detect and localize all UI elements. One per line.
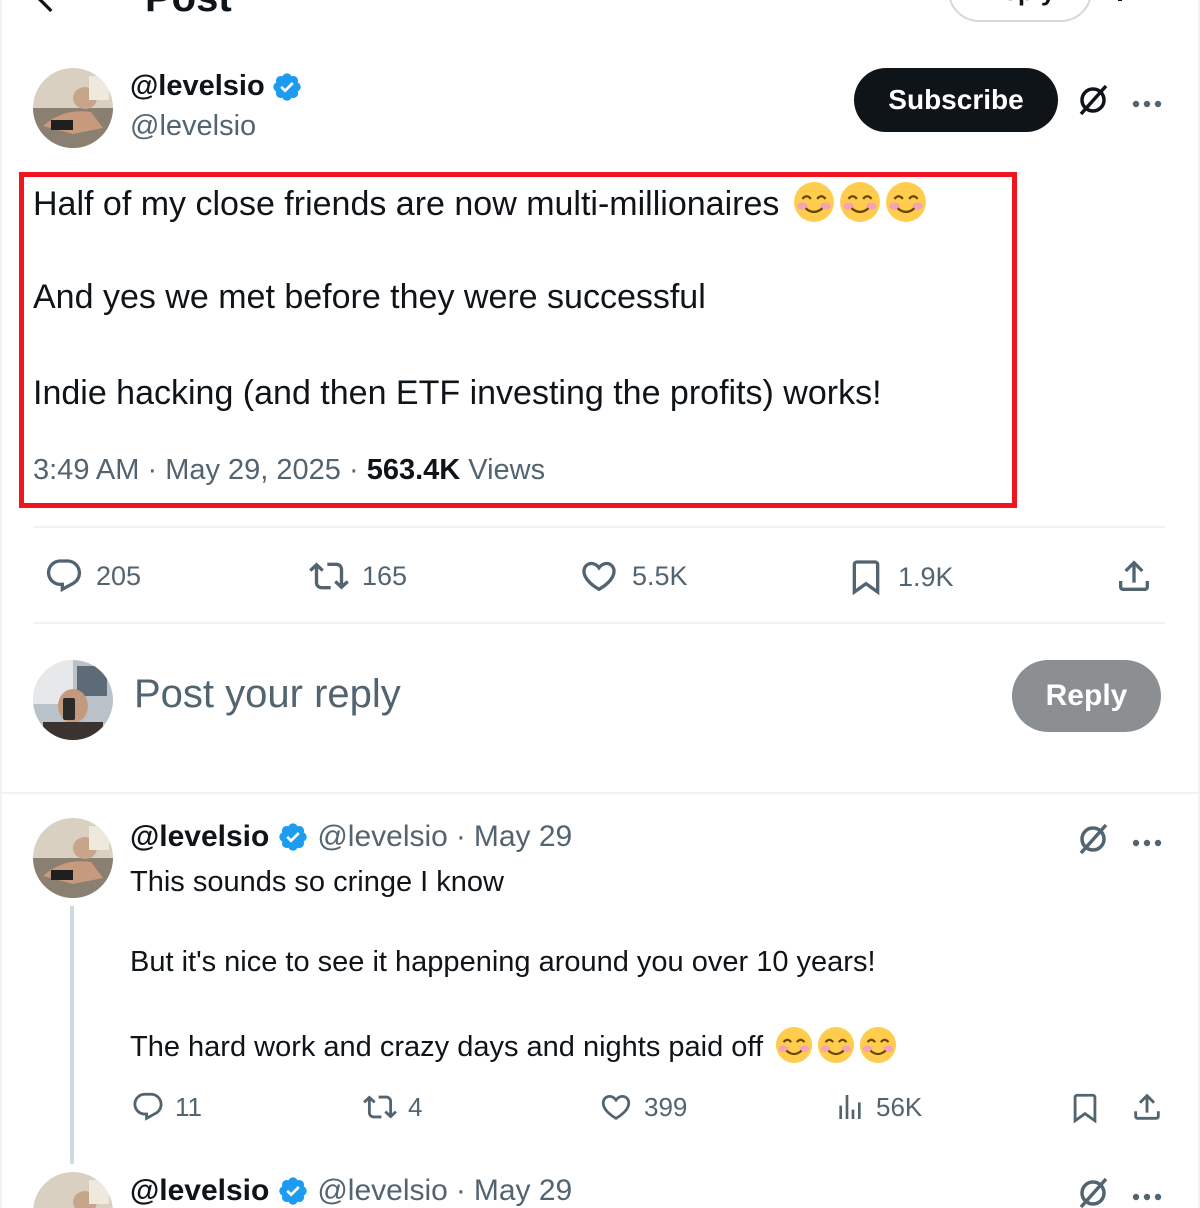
smiling-face-emoji-icon: [818, 1026, 855, 1064]
reply-line-3-row: The hard work and crazy days and nights …: [130, 1026, 897, 1064]
reply-display-name[interactable]: @levelsio: [130, 820, 269, 854]
grok-icon[interactable]: [1076, 1176, 1110, 1208]
reply-views-action[interactable]: 56K: [834, 1090, 922, 1124]
share-icon: [1134, 1093, 1160, 1120]
bookmark-icon: [852, 560, 880, 596]
reply-like-action[interactable]: 399: [598, 1090, 687, 1124]
heart-icon: [601, 1094, 631, 1120]
reply-bookmark-action[interactable]: [1068, 1090, 1102, 1126]
like-action[interactable]: 5.5K: [578, 556, 688, 596]
share-action[interactable]: [1114, 556, 1154, 596]
reply-icon: [46, 559, 82, 593]
meta-separator: ·: [455, 820, 466, 853]
current-user-avatar[interactable]: [33, 660, 113, 740]
like-count: 399: [644, 1091, 688, 1122]
reply-line-3: The hard work and crazy days and nights …: [130, 1031, 764, 1063]
reply-author-avatar[interactable]: [33, 818, 113, 898]
thread-connector-line: [70, 906, 74, 1164]
subscribe-button[interactable]: Subscribe: [854, 68, 1058, 132]
header-reply-button[interactable]: Reply: [948, 0, 1092, 22]
reply-action[interactable]: 205: [44, 556, 141, 596]
reply-date[interactable]: May 29: [474, 820, 572, 854]
repost-count: 4: [408, 1091, 423, 1122]
repost-icon: [363, 1095, 397, 1119]
share-icon: [1119, 560, 1149, 591]
more-options-icon[interactable]: [1132, 1188, 1162, 1201]
smiling-face-emoji-icon: [860, 1026, 897, 1064]
author-handle[interactable]: @levelsio: [130, 110, 256, 143]
reply-submit-button[interactable]: Reply: [1012, 660, 1161, 732]
verified-badge-icon: [273, 72, 301, 101]
reply-date[interactable]: May 29: [474, 1174, 572, 1208]
repost-icon: [309, 562, 349, 590]
bookmark-action[interactable]: 1.9K: [846, 556, 954, 598]
reply-line-2: But it's nice to see it happening around…: [130, 946, 876, 978]
verified-badge-icon: [279, 1177, 307, 1205]
reply-count: 11: [175, 1091, 202, 1122]
more-options-icon[interactable]: [1132, 95, 1162, 108]
views-count: 56K: [876, 1091, 923, 1122]
reply-author-avatar[interactable]: [33, 1172, 113, 1208]
reply-handle[interactable]: @levelsio: [317, 820, 448, 854]
reply-handle[interactable]: @levelsio: [317, 1174, 448, 1208]
bookmark-icon: [1073, 1093, 1097, 1124]
reply-header: @levelsio @levelsio · May 29: [130, 1174, 572, 1208]
heart-icon: [582, 561, 616, 592]
repost-action[interactable]: 165: [308, 556, 407, 596]
views-chart-icon: [839, 1095, 861, 1119]
back-arrow-icon[interactable]: [30, 0, 70, 27]
more-options-icon[interactable]: [1132, 834, 1162, 847]
reply-count: 205: [96, 560, 142, 591]
like-count: 5.5K: [632, 560, 688, 591]
reply-line-1: This sounds so cringe I know: [130, 866, 504, 898]
highlight-annotation-box: [19, 172, 1017, 508]
smiling-face-emoji-icon: [776, 1026, 813, 1064]
reply-display-name[interactable]: @levelsio: [130, 1174, 269, 1208]
divider: [33, 622, 1165, 624]
bookmark-count: 1.9K: [898, 561, 954, 592]
page-title: Post: [145, 0, 232, 21]
reply-input[interactable]: Post your reply: [134, 672, 401, 717]
author-display-name[interactable]: @levelsio: [130, 70, 265, 103]
reply-header: @levelsio @levelsio · May 29: [130, 820, 572, 854]
reply-icon: [133, 1092, 163, 1121]
grok-icon[interactable]: [1076, 822, 1110, 856]
reply-repost-action[interactable]: 4: [362, 1090, 422, 1124]
repost-count: 165: [362, 560, 408, 591]
meta-separator: ·: [455, 1174, 466, 1207]
reply-reply-action[interactable]: 11: [131, 1090, 202, 1124]
divider: [33, 526, 1165, 528]
author-name[interactable]: @levelsio: [130, 70, 303, 103]
timeline-left-border: [0, 0, 2, 1208]
settings-icon[interactable]: [1112, 0, 1142, 8]
grok-icon[interactable]: [1076, 83, 1110, 117]
divider: [0, 792, 1200, 794]
verified-badge-icon: [279, 823, 307, 851]
reply-share-action[interactable]: [1130, 1090, 1164, 1124]
author-avatar[interactable]: [33, 68, 113, 148]
